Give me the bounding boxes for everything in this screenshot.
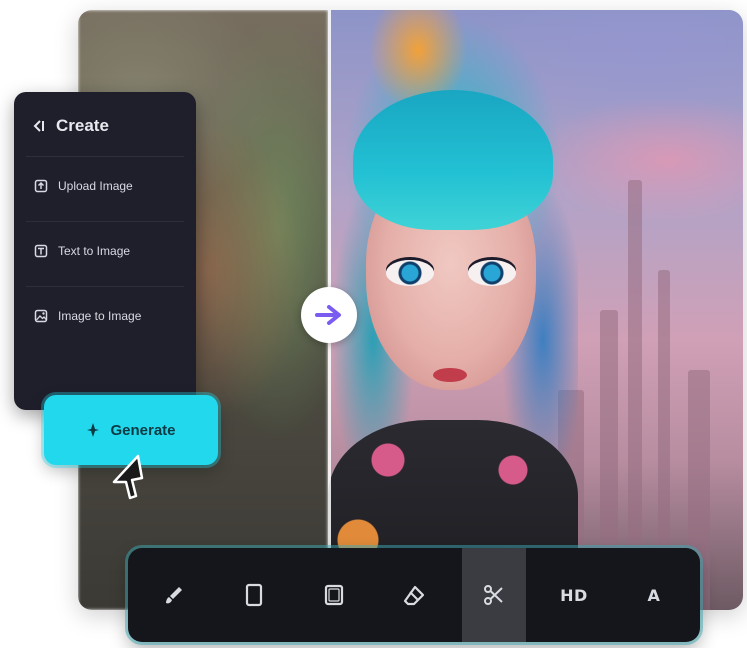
hd-upscale-tool[interactable]: HD <box>542 548 606 642</box>
image-icon <box>34 309 48 323</box>
stage: Create Upload Image Text to Image Image … <box>0 0 747 648</box>
create-panel: Create Upload Image Text to Image Image … <box>14 92 196 410</box>
scissors-icon <box>484 585 503 605</box>
back-icon[interactable] <box>32 119 46 133</box>
eraser-icon <box>403 585 425 606</box>
panel-item-upload-image[interactable]: Upload Image <box>26 156 184 215</box>
remove-tool[interactable] <box>462 548 526 642</box>
crop-square-tool[interactable] <box>302 548 366 642</box>
text-icon <box>34 244 48 258</box>
anime-girl-bangs <box>353 90 553 230</box>
after-image <box>328 10 743 610</box>
portrait-frame-icon <box>245 583 263 607</box>
panel-item-label: Upload Image <box>58 179 133 193</box>
left-eye <box>386 260 434 286</box>
generate-label: Generate <box>110 421 176 439</box>
panel-title: Create <box>56 116 109 135</box>
brush-icon <box>166 587 182 604</box>
square-frame-icon <box>324 584 344 606</box>
editing-toolbar: HD A <box>128 548 700 642</box>
arrow-right-icon <box>315 305 341 325</box>
anime-girl-mouth <box>433 368 467 382</box>
eraser-tool[interactable] <box>382 548 446 642</box>
mouse-cursor-icon <box>112 454 144 500</box>
brush-tool[interactable] <box>142 548 206 642</box>
text-tool[interactable]: A <box>622 548 686 642</box>
panel-item-label: Image to Image <box>58 309 142 323</box>
compare-slider-handle[interactable] <box>301 287 357 343</box>
panel-item-image-to-image[interactable]: Image to Image <box>26 286 184 345</box>
text-tool-label: A <box>647 585 661 605</box>
right-eye <box>468 260 516 286</box>
crop-portrait-tool[interactable] <box>222 548 286 642</box>
panel-header: Create <box>14 92 196 156</box>
panel-item-label: Text to Image <box>58 244 131 258</box>
upload-icon <box>34 179 48 193</box>
panel-item-text-to-image[interactable]: Text to Image <box>26 221 184 280</box>
hd-label: HD <box>560 585 588 605</box>
sparkle-icon <box>87 423 100 437</box>
